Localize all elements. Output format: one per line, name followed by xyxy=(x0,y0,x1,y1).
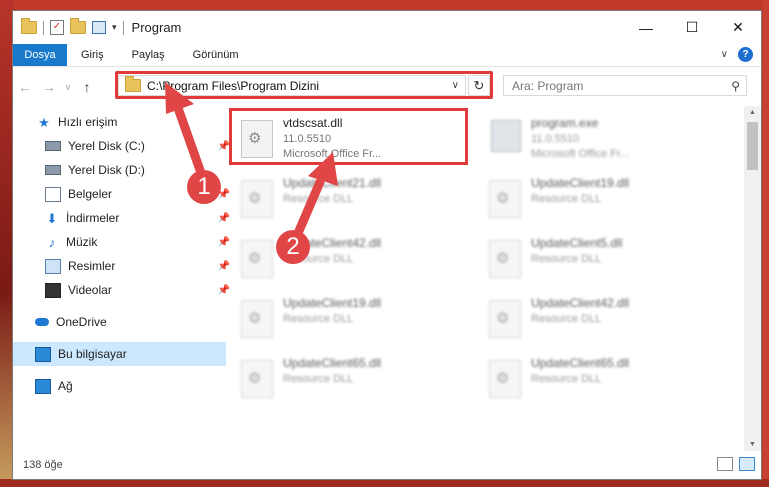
annotation-badge-1: 1 xyxy=(187,170,221,204)
annotation-arrows xyxy=(165,82,338,243)
annotation-badge-2: 2 xyxy=(276,230,310,264)
annotation-arrow-2-head xyxy=(308,152,338,186)
annotation-arrow-1 xyxy=(173,103,205,175)
annotation-arrow-2 xyxy=(291,177,325,243)
